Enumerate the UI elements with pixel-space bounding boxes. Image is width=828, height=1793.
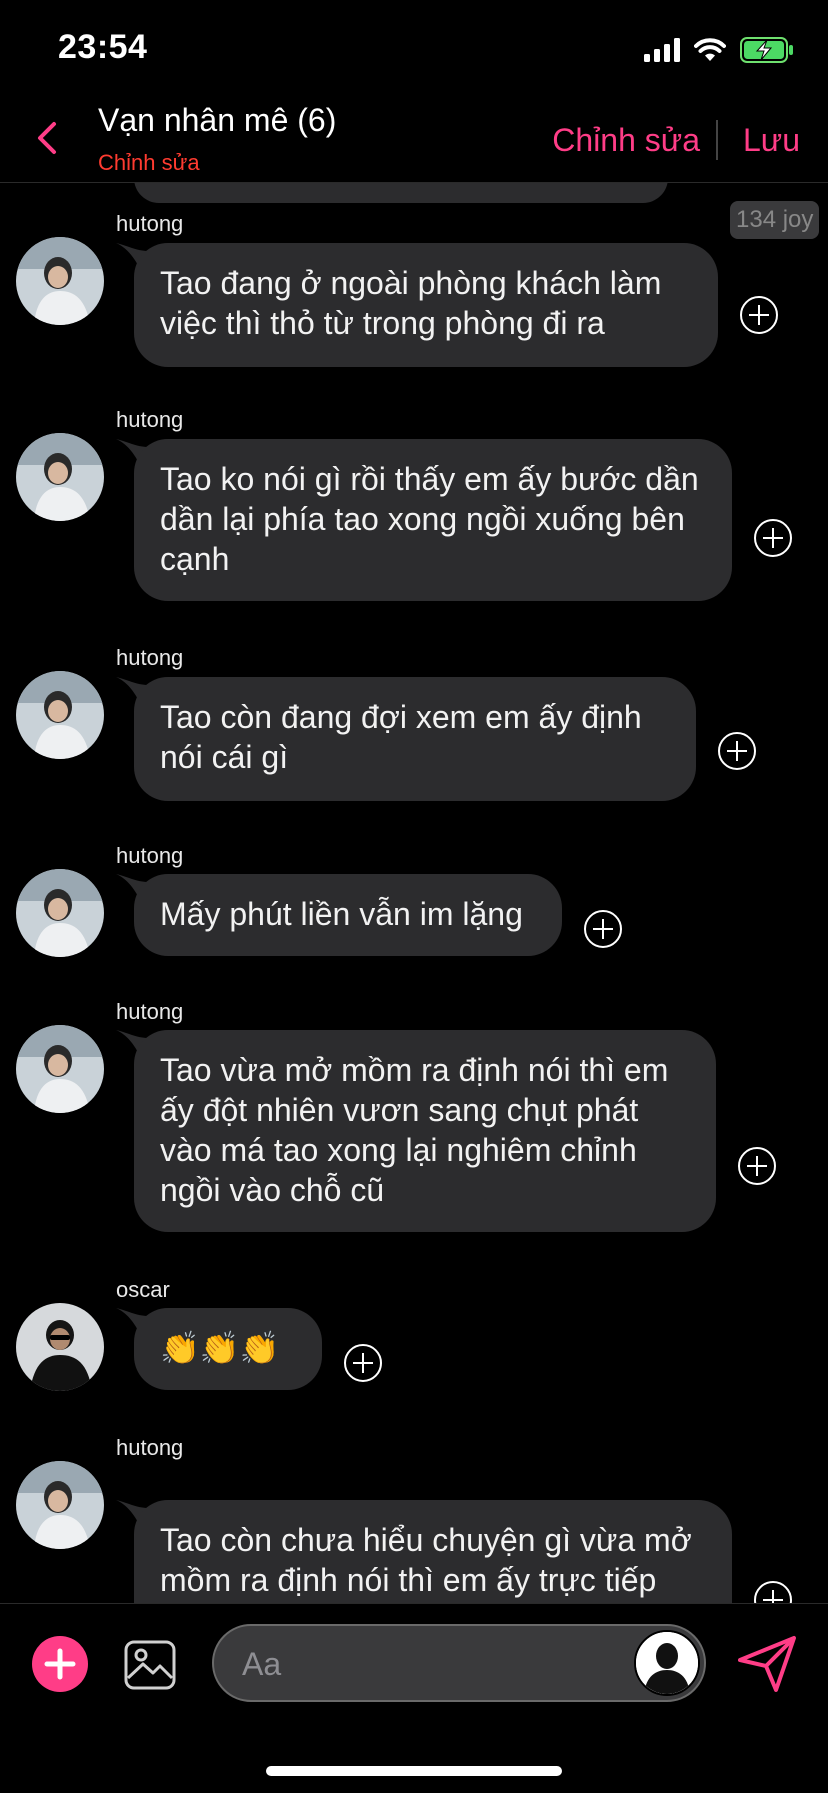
status-icons [644, 32, 794, 68]
message-bubble[interactable]: Tao còn chưa hiểu chuyện gì vừa mở mồm r… [134, 1500, 732, 1603]
user-silhouette-icon[interactable] [634, 1630, 700, 1696]
message-text: Tao còn đang đợi xem em ấy định nói cái … [160, 699, 642, 775]
edit-button[interactable]: Chỉnh sửa [552, 122, 700, 159]
avatar[interactable] [16, 1461, 104, 1549]
message-text: Mấy phút liền vẫn im lặng [160, 896, 523, 932]
message-bubble[interactable]: Mấy phút liền vẫn im lặng [134, 874, 562, 956]
add-button[interactable] [32, 1636, 88, 1692]
avatar[interactable] [16, 433, 104, 521]
chat-subtitle[interactable]: Chỉnh sửa [98, 150, 200, 176]
joy-badge: 134 joy [730, 201, 820, 239]
add-reaction-icon[interactable] [583, 909, 623, 949]
avatar[interactable] [16, 1025, 104, 1113]
signal-icon [644, 38, 680, 62]
message-text: Tao đang ở ngoài phòng khách làm việc th… [160, 265, 662, 341]
add-reaction-icon[interactable] [343, 1343, 383, 1383]
home-indicator [266, 1766, 562, 1776]
sender-name: hutong [116, 407, 184, 432]
header-divider [716, 120, 718, 160]
sender-name: hutong [116, 1435, 184, 1460]
avatar[interactable] [16, 671, 104, 759]
message-bubble[interactable]: Tao vừa mở mồm ra định nói thì em ấy đột… [134, 1030, 716, 1232]
avatar[interactable] [16, 237, 104, 325]
avatar[interactable] [16, 869, 104, 957]
chat-title[interactable]: Vạn nhân mê (6) [98, 102, 336, 139]
message-bubble[interactable]: Tao ko nói gì rồi thấy em ấy bước dần dầ… [134, 439, 732, 601]
add-reaction-icon[interactable] [753, 1580, 793, 1603]
sender-name: hutong [116, 211, 184, 236]
add-reaction-icon[interactable] [739, 295, 779, 335]
message-bubble[interactable]: Tao đang ở ngoài phòng khách làm việc th… [134, 243, 718, 367]
image-icon[interactable] [124, 1640, 176, 1690]
message-text: Tao ko nói gì rồi thấy em ấy bước dần dầ… [160, 461, 699, 577]
sender-name: oscar [116, 1277, 170, 1302]
send-icon[interactable] [736, 1632, 798, 1694]
composer-bar [0, 1603, 828, 1793]
message-bubble[interactable]: Tao còn đang đợi xem em ấy định nói cái … [134, 677, 696, 801]
chat-header: Vạn nhân mê (6) Chỉnh sửa Chỉnh sửa Lưu [0, 96, 828, 183]
add-reaction-icon[interactable] [737, 1146, 777, 1186]
save-button[interactable]: Lưu [743, 122, 800, 159]
message-bubble[interactable]: 👏👏👏 [134, 1308, 322, 1390]
add-reaction-icon[interactable] [753, 518, 793, 558]
battery-charging-icon [740, 37, 793, 63]
sender-name: hutong [116, 645, 184, 670]
message-input-wrapper[interactable] [212, 1624, 706, 1702]
message-text: Tao còn chưa hiểu chuyện gì vừa mở mồm r… [160, 1522, 692, 1598]
message-input[interactable] [240, 1640, 604, 1688]
plus-icon [44, 1648, 76, 1680]
avatar[interactable] [16, 1303, 104, 1391]
add-reaction-icon[interactable] [717, 731, 757, 771]
wifi-icon [694, 38, 726, 61]
back-chevron-icon[interactable] [30, 118, 66, 158]
message-text: 👏👏👏 [160, 1330, 280, 1366]
sender-name: hutong [116, 843, 184, 868]
sender-name: hutong [116, 999, 184, 1024]
message-text: Tao vừa mở mồm ra định nói thì em ấy đột… [160, 1052, 669, 1208]
previous-message-bubble[interactable] [134, 183, 668, 203]
chat-messages[interactable]: 134 joy hutong Tao đang ở ngoài phòng kh… [0, 183, 828, 1603]
status-time: 23:54 [58, 28, 148, 66]
status-bar: 23:54 [0, 0, 828, 96]
